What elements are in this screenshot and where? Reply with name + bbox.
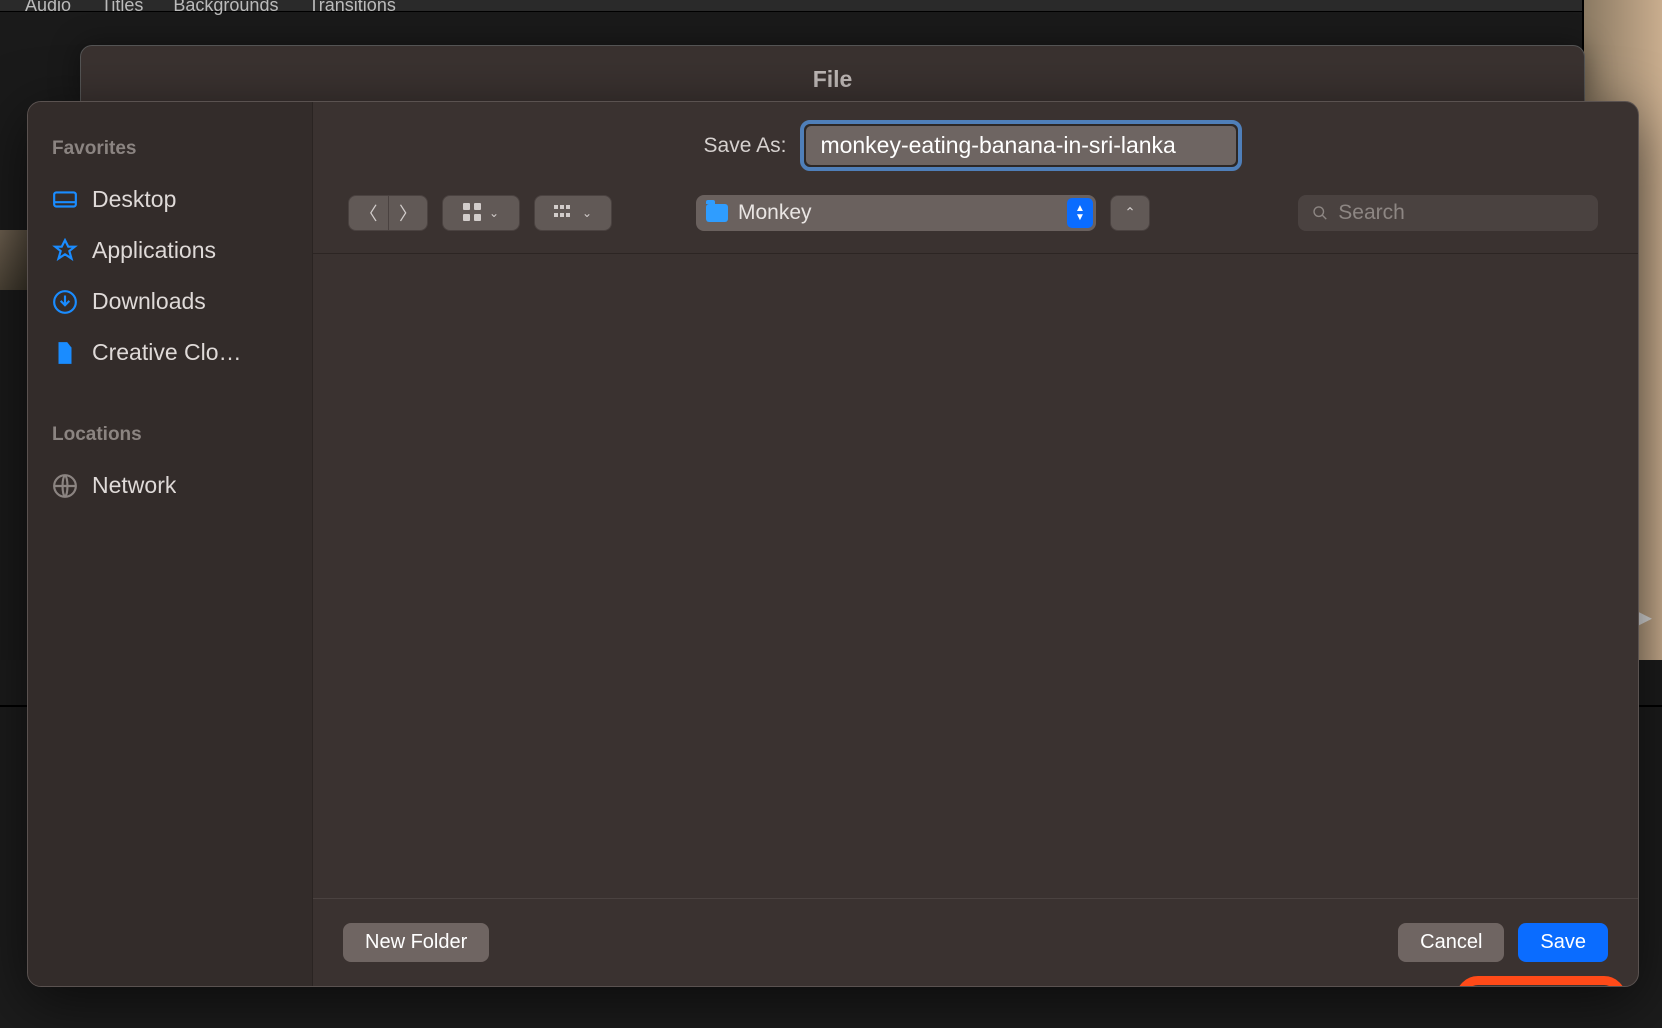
search-input[interactable] — [1338, 201, 1584, 225]
sidebar-item-downloads[interactable]: Downloads — [46, 276, 294, 327]
icon-view-button[interactable]: ⌄ — [442, 195, 520, 231]
menu-backgrounds[interactable]: Backgrounds — [173, 0, 278, 16]
save-button[interactable]: Save — [1518, 923, 1608, 962]
applications-icon — [52, 238, 78, 264]
save-dialog: Favorites Desktop Applications Downloads… — [27, 101, 1639, 987]
sidebar: Favorites Desktop Applications Downloads… — [28, 102, 313, 986]
forward-button[interactable]: 〉 — [388, 195, 428, 231]
sidebar-item-label: Creative Clo… — [92, 339, 242, 366]
chevron-down-icon: ⌄ — [582, 206, 592, 220]
new-folder-button[interactable]: New Folder — [343, 923, 489, 962]
search-field[interactable] — [1298, 195, 1598, 231]
file-sheet-header: File — [80, 45, 1585, 103]
menu-audio[interactable]: Audio — [25, 0, 71, 16]
app-menu-bar: Audio Titles Backgrounds Transitions — [0, 0, 1662, 12]
folder-dropdown[interactable]: Monkey ▲▼ — [696, 195, 1096, 231]
save-as-label: Save As: — [704, 134, 787, 158]
folder-name: Monkey — [738, 201, 812, 225]
save-as-row: Save As: — [308, 102, 1638, 195]
nav-buttons: 〈 〉 — [348, 195, 428, 231]
desktop-icon — [52, 187, 78, 213]
chevron-down-icon: ⌄ — [489, 206, 499, 220]
file-icon — [52, 340, 78, 366]
thumbnail-background — [0, 230, 30, 290]
dialog-footer: New Folder Cancel Save — [313, 898, 1638, 986]
sidebar-item-applications[interactable]: Applications — [46, 225, 294, 276]
file-list-area[interactable] — [313, 254, 1638, 898]
list-icon — [554, 205, 574, 222]
sidebar-item-network[interactable]: Network — [46, 460, 294, 511]
folder-icon — [706, 204, 728, 222]
toolbar: 〈 〉 ⌄ ⌄ Monkey ▲▼ ⌃ — [308, 195, 1638, 253]
menu-titles[interactable]: Titles — [101, 0, 143, 16]
search-icon — [1312, 204, 1328, 222]
sidebar-favorites-header: Favorites — [52, 138, 294, 160]
chevron-right-icon: 〉 — [399, 200, 417, 226]
chevron-left-icon: 〈 — [360, 200, 378, 226]
stepper-icon: ▲▼ — [1067, 198, 1093, 228]
menu-transitions[interactable]: Transitions — [308, 0, 395, 16]
back-button[interactable]: 〈 — [348, 195, 388, 231]
network-icon — [52, 473, 78, 499]
save-as-input[interactable] — [806, 126, 1236, 165]
file-sheet-title: File — [81, 46, 1584, 93]
sidebar-locations-header: Locations — [52, 424, 294, 446]
cancel-button[interactable]: Cancel — [1398, 923, 1504, 962]
sidebar-item-label: Network — [92, 472, 176, 499]
grid-icon — [463, 203, 481, 224]
sidebar-item-label: Downloads — [92, 288, 206, 315]
downloads-icon — [52, 289, 78, 315]
sidebar-item-creative-cloud[interactable]: Creative Clo… — [46, 327, 294, 378]
save-as-input-wrap — [800, 120, 1242, 171]
chevron-up-icon: ⌃ — [1124, 205, 1135, 221]
sidebar-item-label: Desktop — [92, 186, 176, 213]
sidebar-item-label: Applications — [92, 237, 216, 264]
group-view-button[interactable]: ⌄ — [534, 195, 612, 231]
collapse-button[interactable]: ⌃ — [1110, 195, 1150, 231]
sidebar-item-desktop[interactable]: Desktop — [46, 174, 294, 225]
